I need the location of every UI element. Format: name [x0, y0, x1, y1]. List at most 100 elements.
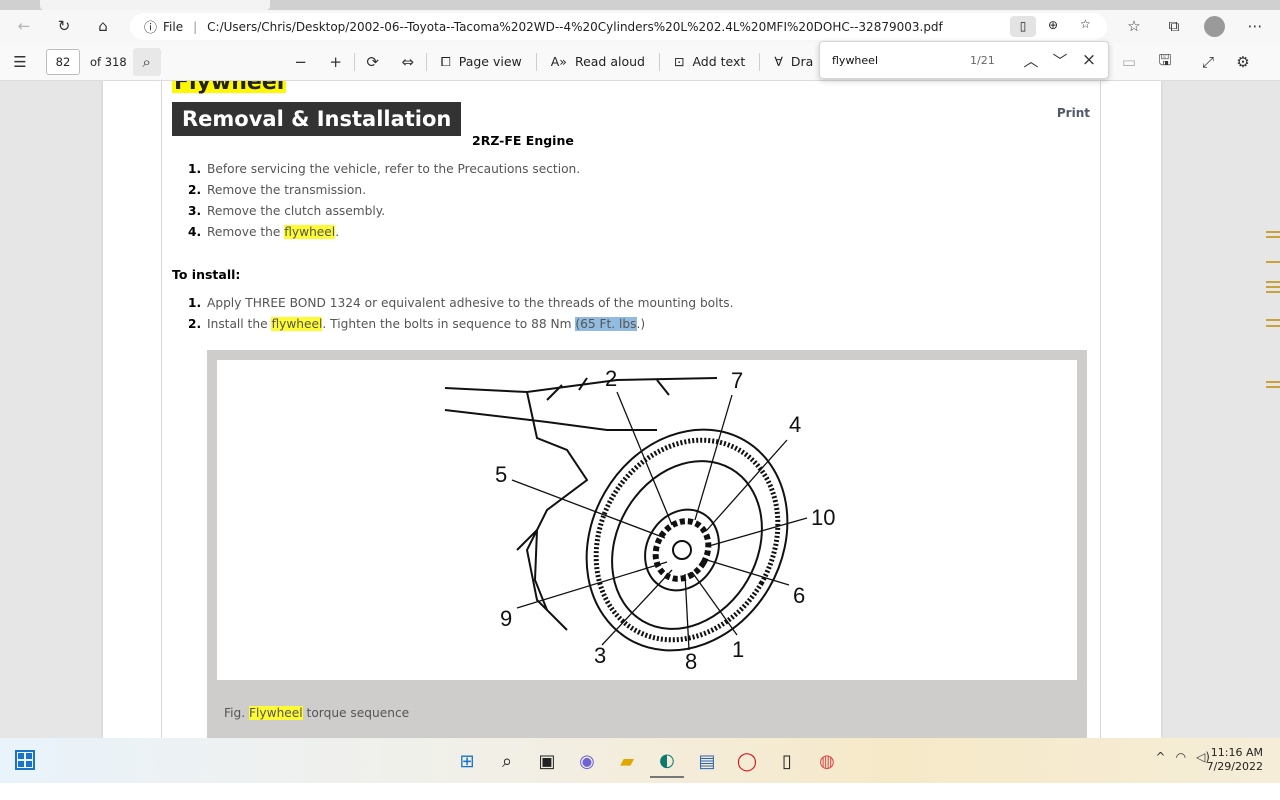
save-icon[interactable]: ▭ [1115, 48, 1143, 76]
wifi-icon[interactable]: ◠ [1176, 750, 1186, 764]
step-number: 4. [188, 224, 202, 239]
page-content: Flywheel Removal & Installation Print 2R… [161, 81, 1101, 738]
url-separator: | [193, 19, 198, 34]
info-icon[interactable]: ⓘ [144, 17, 157, 36]
zoom-out-icon[interactable]: − [287, 48, 315, 76]
zoom-in-icon[interactable]: + [322, 48, 350, 76]
edge-icon[interactable]: ◐ [650, 744, 684, 778]
text-selection: (65 Ft. lbs [575, 316, 637, 331]
chevron-down-icon[interactable]: ﹀ [1046, 46, 1074, 74]
chrome-icon[interactable]: ◍ [810, 744, 844, 778]
step-text: Remove the transmission. [207, 182, 366, 197]
pdf-viewer[interactable]: Flywheel Removal & Installation Print 2R… [0, 81, 1280, 738]
draw-button[interactable]: ∀ Dra [764, 47, 823, 77]
clock[interactable]: 11:16 AM 7/29/2022 [1207, 746, 1263, 774]
page-view-label: Page view [458, 54, 522, 69]
taskbar-apps: ⊞ ⌕ ▣ ◉ ▰ ◐ ▤ ◯ ▯ ◍ [450, 744, 844, 778]
add-text-button[interactable]: ⊡ Add text [664, 47, 755, 77]
start-icon[interactable]: ⊞ [450, 744, 484, 778]
leader-line [516, 561, 668, 609]
sequence-number: 10 [811, 505, 835, 530]
home-icon[interactable]: ⌂ [89, 12, 117, 40]
settings-gear-icon[interactable]: ⚙ [1229, 48, 1257, 76]
chevron-up-icon[interactable]: ^ [1156, 750, 1166, 764]
install-title: To install: [172, 267, 241, 282]
sequence-number: 9 [500, 606, 512, 631]
step-text-post: .) [636, 316, 646, 331]
clock-time: 11:16 AM [1210, 746, 1263, 759]
removal-steps: 1. Before servicing the vehicle, refer to… [188, 158, 580, 242]
chevron-up-icon[interactable]: ︿ [1017, 46, 1045, 74]
favorites-icon[interactable]: ☆ [1120, 12, 1148, 40]
more-icon[interactable]: ⋯ [1241, 12, 1269, 40]
search-icon[interactable]: ⌕ [490, 744, 524, 778]
search-icon[interactable]: ⌕ [132, 47, 161, 76]
sequence-number: 3 [594, 643, 606, 668]
search-result-marker [1266, 286, 1280, 288]
step-number: 2. [188, 182, 202, 197]
list-item: 3. Remove the clutch assembly. [188, 200, 580, 221]
find-input[interactable] [832, 53, 952, 67]
refresh-icon[interactable]: ↻ [50, 12, 78, 40]
flywheel-diagram: 1 2 3 4 5 6 7 8 9 10 [217, 360, 1077, 680]
sequence-number: 2 [605, 366, 617, 391]
read-aloud-button[interactable]: A» Read aloud [541, 47, 655, 77]
zoom-icon[interactable]: ⊕ [1048, 18, 1058, 32]
search-result-marker [1266, 236, 1280, 238]
flywheel-bolts [652, 518, 712, 582]
url-scheme: File [163, 19, 184, 34]
url-box[interactable]: ⓘ File | C:/Users/Chris/Desktop/2002-06-… [130, 13, 1107, 40]
save-as-icon[interactable]: 🖫 [1151, 48, 1179, 76]
list-item: 4. Remove the flywheel. [188, 221, 580, 242]
rotate-icon[interactable]: ⟳ [359, 48, 387, 76]
fullscreen-icon[interactable]: ⤢ [1194, 48, 1222, 76]
flywheel-hub [644, 508, 720, 592]
close-icon[interactable]: × [1075, 46, 1103, 74]
find-count: 1/21 [970, 53, 995, 67]
active-tab[interactable] [40, 0, 270, 10]
file-explorer-icon[interactable]: ▰ [610, 744, 644, 778]
search-result-marker [1266, 386, 1280, 388]
caption-post: torque sequence [302, 706, 410, 720]
add-text-icon: ⊡ [673, 54, 685, 69]
profile-avatar[interactable] [1204, 16, 1225, 37]
fit-width-icon[interactable]: ⇔ [394, 48, 422, 76]
add-text-label: Add text [692, 54, 746, 69]
toolbar-divider [535, 52, 537, 71]
collections-icon[interactable]: ⧉ [1160, 12, 1188, 40]
list-item: 2. Remove the transmission. [188, 179, 580, 200]
url-text[interactable]: C:/Users/Chris/Desktop/2002-06--Toyota--… [207, 20, 943, 34]
clock-date: 7/29/2022 [1206, 760, 1263, 773]
step-number: 3. [188, 203, 202, 218]
page-view-button[interactable]: ⧠ Page view [431, 47, 532, 77]
flywheel-drawing: 1 2 3 4 5 6 7 8 9 10 [444, 366, 835, 674]
leader-line [708, 517, 808, 547]
task-view-icon[interactable]: ▣ [530, 744, 564, 778]
read-mode-icon[interactable]: ▯ [1010, 16, 1036, 37]
toolbar-divider [759, 52, 761, 71]
contents-icon[interactable]: ☰ [6, 48, 34, 76]
step-text-pre: Remove the [207, 224, 285, 239]
store-icon[interactable]: ▤ [690, 744, 724, 778]
page-view-icon: ⧠ [440, 53, 451, 69]
document-icon[interactable]: ▯ [770, 744, 804, 778]
search-result-marker [1266, 325, 1280, 327]
search-result-marker [1266, 281, 1280, 283]
flywheel-teeth [593, 437, 781, 643]
opera-icon[interactable]: ◯ [730, 744, 764, 778]
step-text: Remove the clutch assembly. [207, 203, 386, 218]
search-highlight: flywheel [271, 316, 323, 331]
print-link[interactable]: Print [1057, 106, 1090, 120]
task-view-icon[interactable] [15, 750, 35, 770]
toolbar-divider [658, 52, 660, 71]
system-tray: ^ ◠ ◁) [1156, 750, 1210, 764]
back-icon[interactable]: ← [10, 12, 38, 40]
chat-icon[interactable]: ◉ [570, 744, 604, 778]
pdf-page: Flywheel Removal & Installation Print 2R… [103, 81, 1161, 738]
figure-frame: 1 2 3 4 5 6 7 8 9 10 Fig. Flywheel torqu… [207, 350, 1087, 738]
favorite-add-icon[interactable]: ☆ [1080, 17, 1091, 31]
page-number-input[interactable] [46, 48, 80, 75]
sequence-number: 6 [793, 583, 805, 608]
step-text-mid: . Tighten the bolts in sequence to 88 Nm [322, 316, 576, 331]
scrollbar[interactable] [1263, 81, 1280, 738]
